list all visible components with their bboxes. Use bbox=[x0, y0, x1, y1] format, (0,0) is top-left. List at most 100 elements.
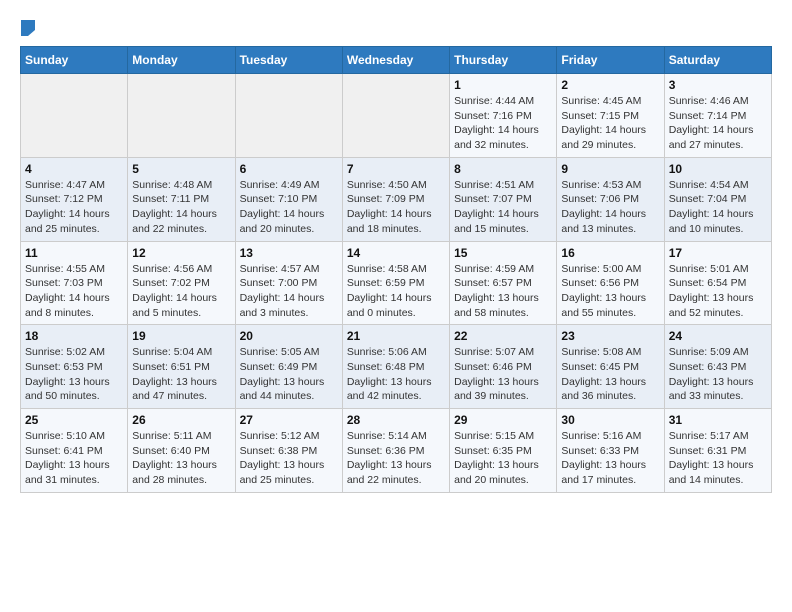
calendar-day-cell: 5Sunrise: 4:48 AMSunset: 7:11 PMDaylight… bbox=[128, 157, 235, 241]
day-number: 10 bbox=[669, 162, 767, 176]
day-info: Sunrise: 5:12 AMSunset: 6:38 PMDaylight:… bbox=[240, 429, 338, 488]
calendar-week-row: 4 Sunrise: 4:47 AMSunset: 7:12 PMDaylight… bbox=[21, 157, 772, 241]
day-number: 6 bbox=[240, 162, 338, 176]
calendar-day-cell: 2 Sunrise: 4:45 AMSunset: 7:15 PMDaylight… bbox=[557, 74, 664, 158]
logo bbox=[20, 20, 38, 36]
calendar-day-cell: 29 Sunrise: 5:15 AMSunset: 6:35 PMDayligh… bbox=[450, 409, 557, 493]
calendar-day-cell: 9 Sunrise: 4:53 AMSunset: 7:06 PMDaylight… bbox=[557, 157, 664, 241]
calendar-day-cell: 3 Sunrise: 4:46 AMSunset: 7:14 PMDaylight… bbox=[664, 74, 771, 158]
calendar-day-cell: 25 Sunrise: 5:10 AMSunset: 6:41 PMDayligh… bbox=[21, 409, 128, 493]
weekday-header: Tuesday bbox=[235, 47, 342, 74]
day-number: 8 bbox=[454, 162, 552, 176]
day-info: Sunrise: 5:04 AMSunset: 6:51 PMDaylight:… bbox=[132, 345, 230, 404]
day-number: 24 bbox=[669, 329, 767, 343]
calendar-day-cell bbox=[342, 74, 449, 158]
calendar-day-cell: 12 Sunrise: 4:56 AMSunset: 7:02 PMDayligh… bbox=[128, 241, 235, 325]
day-info: Sunrise: 4:57 AMSunset: 7:00 PMDaylight:… bbox=[240, 262, 338, 321]
day-info: Sunrise: 4:56 AMSunset: 7:02 PMDaylight:… bbox=[132, 262, 230, 321]
day-number: 7 bbox=[347, 162, 445, 176]
day-info: Sunrise: 5:00 AMSunset: 6:56 PMDaylight:… bbox=[561, 262, 659, 321]
calendar-day-cell: 24 Sunrise: 5:09 AMSunset: 6:43 PMDayligh… bbox=[664, 325, 771, 409]
calendar-week-row: 18 Sunrise: 5:02 AMSunset: 6:53 PMDayligh… bbox=[21, 325, 772, 409]
calendar-day-cell: 17Sunrise: 5:01 AMSunset: 6:54 PMDayligh… bbox=[664, 241, 771, 325]
day-number: 18 bbox=[25, 329, 123, 343]
day-number: 14 bbox=[347, 246, 445, 260]
day-number: 15 bbox=[454, 246, 552, 260]
day-number: 23 bbox=[561, 329, 659, 343]
day-info: Sunrise: 5:14 AMSunset: 6:36 PMDaylight:… bbox=[347, 429, 445, 488]
day-number: 13 bbox=[240, 246, 338, 260]
day-number: 30 bbox=[561, 413, 659, 427]
calendar-day-cell: 8 Sunrise: 4:51 AMSunset: 7:07 PMDaylight… bbox=[450, 157, 557, 241]
calendar-day-cell: 4 Sunrise: 4:47 AMSunset: 7:12 PMDaylight… bbox=[21, 157, 128, 241]
day-info: Sunrise: 4:50 AMSunset: 7:09 PMDaylight:… bbox=[347, 178, 445, 237]
day-info: Sunrise: 4:49 AMSunset: 7:10 PMDaylight:… bbox=[240, 178, 338, 237]
day-info: Sunrise: 5:07 AMSunset: 6:46 PMDaylight:… bbox=[454, 345, 552, 404]
day-info: Sunrise: 5:16 AMSunset: 6:33 PMDaylight:… bbox=[561, 429, 659, 488]
logo-flag-icon bbox=[21, 20, 37, 36]
calendar-day-cell: 13 Sunrise: 4:57 AMSunset: 7:00 PMDayligh… bbox=[235, 241, 342, 325]
day-number: 11 bbox=[25, 246, 123, 260]
day-info: Sunrise: 4:59 AMSunset: 6:57 PMDaylight:… bbox=[454, 262, 552, 321]
day-number: 20 bbox=[240, 329, 338, 343]
day-info: Sunrise: 4:58 AMSunset: 6:59 PMDaylight:… bbox=[347, 262, 445, 321]
day-number: 22 bbox=[454, 329, 552, 343]
day-info: Sunrise: 5:01 AMSunset: 6:54 PMDaylight:… bbox=[669, 262, 767, 321]
day-number: 2 bbox=[561, 78, 659, 92]
day-info: Sunrise: 4:46 AMSunset: 7:14 PMDaylight:… bbox=[669, 94, 767, 153]
page-header bbox=[20, 20, 772, 36]
day-info: Sunrise: 4:47 AMSunset: 7:12 PMDaylight:… bbox=[25, 178, 123, 237]
day-info: Sunrise: 4:55 AMSunset: 7:03 PMDaylight:… bbox=[25, 262, 123, 321]
day-number: 31 bbox=[669, 413, 767, 427]
day-info: Sunrise: 5:05 AMSunset: 6:49 PMDaylight:… bbox=[240, 345, 338, 404]
day-info: Sunrise: 5:11 AMSunset: 6:40 PMDaylight:… bbox=[132, 429, 230, 488]
day-number: 28 bbox=[347, 413, 445, 427]
calendar-day-cell bbox=[235, 74, 342, 158]
day-info: Sunrise: 5:15 AMSunset: 6:35 PMDaylight:… bbox=[454, 429, 552, 488]
weekday-header: Thursday bbox=[450, 47, 557, 74]
weekday-header: Saturday bbox=[664, 47, 771, 74]
day-info: Sunrise: 4:44 AMSunset: 7:16 PMDaylight:… bbox=[454, 94, 552, 153]
calendar-week-row: 11 Sunrise: 4:55 AMSunset: 7:03 PMDayligh… bbox=[21, 241, 772, 325]
calendar-day-cell bbox=[128, 74, 235, 158]
day-number: 25 bbox=[25, 413, 123, 427]
calendar-week-row: 25 Sunrise: 5:10 AMSunset: 6:41 PMDayligh… bbox=[21, 409, 772, 493]
day-number: 9 bbox=[561, 162, 659, 176]
day-number: 29 bbox=[454, 413, 552, 427]
calendar-day-cell: 11 Sunrise: 4:55 AMSunset: 7:03 PMDayligh… bbox=[21, 241, 128, 325]
calendar-day-cell: 14 Sunrise: 4:58 AMSunset: 6:59 PMDayligh… bbox=[342, 241, 449, 325]
calendar-table: SundayMondayTuesdayWednesdayThursdayFrid… bbox=[20, 46, 772, 493]
day-info: Sunrise: 4:53 AMSunset: 7:06 PMDaylight:… bbox=[561, 178, 659, 237]
day-info: Sunrise: 4:45 AMSunset: 7:15 PMDaylight:… bbox=[561, 94, 659, 153]
day-number: 16 bbox=[561, 246, 659, 260]
day-number: 21 bbox=[347, 329, 445, 343]
day-number: 4 bbox=[25, 162, 123, 176]
day-number: 12 bbox=[132, 246, 230, 260]
day-info: Sunrise: 4:51 AMSunset: 7:07 PMDaylight:… bbox=[454, 178, 552, 237]
day-info: Sunrise: 5:09 AMSunset: 6:43 PMDaylight:… bbox=[669, 345, 767, 404]
calendar-day-cell: 7 Sunrise: 4:50 AMSunset: 7:09 PMDaylight… bbox=[342, 157, 449, 241]
day-info: Sunrise: 4:48 AMSunset: 7:11 PMDaylight:… bbox=[132, 178, 230, 237]
day-info: Sunrise: 5:10 AMSunset: 6:41 PMDaylight:… bbox=[25, 429, 123, 488]
weekday-header: Wednesday bbox=[342, 47, 449, 74]
day-info: Sunrise: 5:02 AMSunset: 6:53 PMDaylight:… bbox=[25, 345, 123, 404]
day-number: 26 bbox=[132, 413, 230, 427]
calendar-day-cell bbox=[21, 74, 128, 158]
day-info: Sunrise: 5:08 AMSunset: 6:45 PMDaylight:… bbox=[561, 345, 659, 404]
day-number: 1 bbox=[454, 78, 552, 92]
calendar-day-cell: 15 Sunrise: 4:59 AMSunset: 6:57 PMDayligh… bbox=[450, 241, 557, 325]
calendar-day-cell: 28 Sunrise: 5:14 AMSunset: 6:36 PMDayligh… bbox=[342, 409, 449, 493]
calendar-day-cell: 16 Sunrise: 5:00 AMSunset: 6:56 PMDayligh… bbox=[557, 241, 664, 325]
calendar-day-cell: 19 Sunrise: 5:04 AMSunset: 6:51 PMDayligh… bbox=[128, 325, 235, 409]
day-number: 19 bbox=[132, 329, 230, 343]
calendar-week-row: 1 Sunrise: 4:44 AMSunset: 7:16 PMDaylight… bbox=[21, 74, 772, 158]
calendar-day-cell: 26 Sunrise: 5:11 AMSunset: 6:40 PMDayligh… bbox=[128, 409, 235, 493]
weekday-header: Sunday bbox=[21, 47, 128, 74]
day-number: 3 bbox=[669, 78, 767, 92]
day-info: Sunrise: 5:06 AMSunset: 6:48 PMDaylight:… bbox=[347, 345, 445, 404]
calendar-day-cell: 20 Sunrise: 5:05 AMSunset: 6:49 PMDayligh… bbox=[235, 325, 342, 409]
calendar-header: SundayMondayTuesdayWednesdayThursdayFrid… bbox=[21, 47, 772, 74]
calendar-day-cell: 31Sunrise: 5:17 AMSunset: 6:31 PMDayligh… bbox=[664, 409, 771, 493]
calendar-day-cell: 30 Sunrise: 5:16 AMSunset: 6:33 PMDayligh… bbox=[557, 409, 664, 493]
calendar-day-cell: 1 Sunrise: 4:44 AMSunset: 7:16 PMDaylight… bbox=[450, 74, 557, 158]
